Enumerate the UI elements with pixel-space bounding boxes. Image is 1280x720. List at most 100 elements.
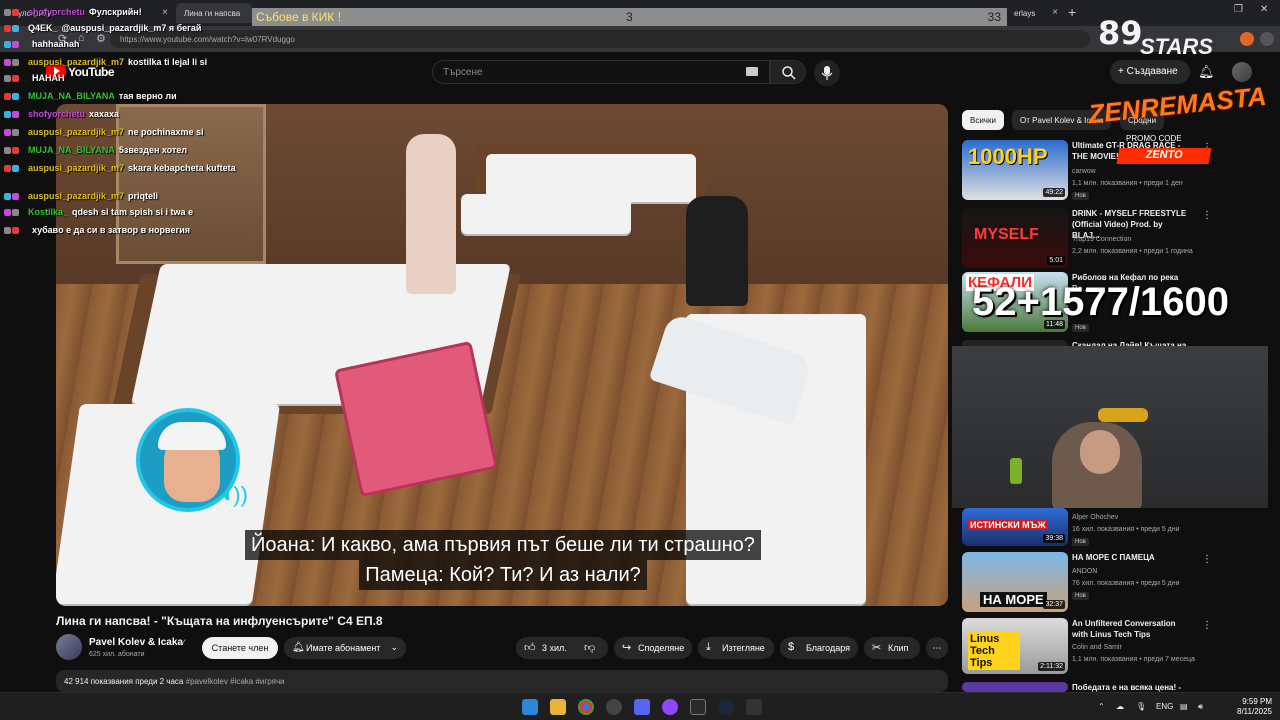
app-icon[interactable]	[606, 699, 622, 715]
chat-badge-icon	[4, 25, 11, 33]
recommended-channel[interactable]: carwow	[1072, 168, 1096, 175]
thumbs-down-icon[interactable]: 👎︎	[584, 641, 595, 654]
recommended-video[interactable]: Linus Tech Tips 2:11:32 An Unfiltered Co…	[962, 618, 1272, 676]
bell-icon: 🔔︎	[292, 642, 305, 653]
chat-badges	[4, 22, 28, 34]
video-scene-person	[686, 196, 748, 306]
language-indicator[interactable]: ENG	[1156, 702, 1173, 711]
channel-name[interactable]: Pavel Kolev & Icaka	[89, 637, 183, 648]
new-tab-icon[interactable]: +	[1068, 4, 1076, 20]
join-button[interactable]: Станете член	[202, 637, 278, 659]
recommended-video[interactable]: MYSELF 5:01 DRINK - MYSELF FREESTYLE (Of…	[962, 208, 1272, 270]
recommended-title[interactable]: An Unfiltered Conversation with Linus Te…	[1072, 618, 1192, 640]
volume-icon[interactable]: 🔊︎	[1198, 702, 1203, 712]
start-icon[interactable]	[522, 699, 538, 715]
video-thumbnail[interactable]: 1000HP 49:22	[962, 140, 1068, 200]
subscriber-count: 625 хил. абонати	[89, 651, 145, 658]
chrome-icon[interactable]	[578, 699, 594, 715]
restore-icon[interactable]: ❐	[1234, 4, 1243, 15]
clock[interactable]: 9:59 PM 8/11/2025	[1218, 697, 1272, 717]
recommended-video[interactable]: 1000HP 49:22 Ultimate GT-R DRAG RACE - T…	[962, 140, 1272, 202]
steam-icon[interactable]	[718, 699, 734, 715]
channel-avatar[interactable]	[56, 634, 82, 660]
subscribed-button[interactable]: 🔔︎ Имате абонамент ⌄	[284, 637, 406, 659]
notifications-bell-icon[interactable]: 🔔︎	[1198, 64, 1215, 80]
browser-tab[interactable]: erlays ×	[1006, 3, 1064, 23]
webcam-car	[1098, 408, 1148, 422]
recommended-video[interactable]: ИСТИНСКИ МЪЖ 39:38 Alper Ohochev 16 хил.…	[962, 508, 1272, 548]
goal-current: 3	[626, 10, 633, 24]
terminal-icon[interactable]	[690, 699, 706, 715]
recommended-title[interactable]: Победата е на всяка цена! -	[1072, 682, 1192, 692]
more-vert-icon[interactable]: ⋮	[1202, 554, 1212, 565]
recommended-meta: 2,2 млн. показвания • преди 1 година	[1072, 248, 1193, 255]
chat-text: хубаво е да си в затвор в норвегия	[32, 225, 190, 235]
video-thumbnail[interactable]: ИСТИНСКИ МЪЖ 39:38	[962, 508, 1068, 546]
thumbnail-text: 1000HP	[968, 144, 1048, 169]
thumbnail-text: MYSELF	[974, 226, 1039, 243]
discord-icon[interactable]	[634, 699, 650, 715]
chat-badge-icon	[12, 59, 19, 67]
recommended-title[interactable]: НА МОРЕ С ПАМЕЦА	[1072, 552, 1192, 563]
file-explorer-icon[interactable]	[550, 699, 566, 715]
chat-text: hahhaahah	[32, 39, 80, 49]
keyboard-icon[interactable]	[746, 67, 758, 76]
video-subtitles: Йоана: И какво, ама първия път беше ли т…	[196, 530, 810, 590]
network-icon[interactable]: ▤	[1180, 702, 1188, 711]
chat-badges	[4, 108, 28, 120]
account-avatar[interactable]	[1232, 62, 1252, 82]
verified-icon: ✓	[180, 637, 188, 647]
recommended-channel[interactable]: Trap19 Connection	[1072, 236, 1131, 243]
scissors-icon: ✂	[872, 642, 882, 654]
chat-badge-icon	[12, 93, 19, 101]
search-button[interactable]	[770, 60, 806, 84]
recommended-video[interactable]: Победата е на всяка цена! -	[962, 682, 1272, 692]
clip-button[interactable]: ✂ Клип	[864, 637, 920, 659]
recommended-video[interactable]: НА МОРЕ 32:37 НА МОРЕ С ПАМЕЦА ANDON 76 …	[962, 552, 1272, 614]
thanks-button[interactable]: $ Благодаря	[780, 637, 858, 659]
duration-badge: 2:11:32	[1038, 662, 1065, 671]
chip-all[interactable]: Всички	[962, 110, 1004, 130]
more-actions-button[interactable]: ⋯	[926, 637, 948, 659]
89stars-logo: 89 STARS	[1098, 14, 1228, 59]
voice-search-button[interactable]	[814, 60, 840, 86]
cloud-icon[interactable]: ☁	[1116, 702, 1124, 711]
close-window-icon[interactable]: ✕	[1260, 4, 1268, 15]
more-vert-icon[interactable]: ⋮	[1202, 210, 1212, 221]
chat-badge-icon	[4, 147, 11, 155]
chat-username: Q4EK_	[28, 23, 58, 33]
recommended-channel[interactable]: Colin and Samir	[1072, 644, 1122, 651]
share-button[interactable]: ↪ Споделяне	[614, 637, 692, 659]
chat-badge-icon	[12, 9, 19, 17]
tray-chevron-icon[interactable]: ⌃	[1098, 702, 1105, 711]
video-thumbnail[interactable]	[962, 682, 1068, 692]
chat-text: хахаха	[89, 109, 120, 119]
chat-badges	[4, 162, 28, 174]
create-button[interactable]: + Създаване	[1110, 60, 1190, 84]
video-player[interactable]: ◖)) Йоана: И какво, ама първия път беше …	[56, 104, 948, 606]
more-vert-icon[interactable]: ⋮	[1202, 620, 1212, 631]
video-thumbnail[interactable]: НА МОРЕ 32:37	[962, 552, 1068, 612]
recommended-channel[interactable]: ANDON	[1072, 568, 1097, 575]
clip-label: Клип	[888, 643, 909, 653]
close-icon[interactable]: ×	[1052, 7, 1058, 18]
microphone-tray-icon[interactable]: 🎙︎	[1136, 702, 1146, 711]
recommended-channel[interactable]: Alper Ohochev	[1072, 514, 1118, 521]
video-tags[interactable]: #pavelkolev #icaka #игрячи	[186, 677, 285, 686]
download-button[interactable]: ⤓ Изтегляне	[698, 637, 774, 659]
extension-icon[interactable]	[1240, 32, 1254, 46]
twitch-icon[interactable]	[662, 699, 678, 715]
video-thumbnail[interactable]: Linus Tech Tips 2:11:32	[962, 618, 1068, 674]
chat-badge-icon	[4, 111, 11, 119]
epic-games-icon[interactable]	[746, 699, 762, 715]
like-button[interactable]: 👍︎ 3 хил. 👎︎	[516, 637, 608, 659]
search-input[interactable]: Търсене	[432, 60, 770, 84]
chat-message: MUJA_NA_BILYANA 5звезден хотел	[4, 144, 264, 156]
video-description[interactable]: 42 914 показвания преди 2 часа #pavelkol…	[56, 670, 948, 692]
chat-badges	[4, 126, 28, 138]
thumbnail-text: НА МОРЕ	[980, 592, 1047, 607]
menu-icon[interactable]	[1260, 32, 1274, 46]
video-thumbnail[interactable]: MYSELF 5:01	[962, 208, 1068, 268]
new-badge: Нов	[1072, 592, 1089, 600]
chat-badge-icon	[12, 147, 19, 155]
